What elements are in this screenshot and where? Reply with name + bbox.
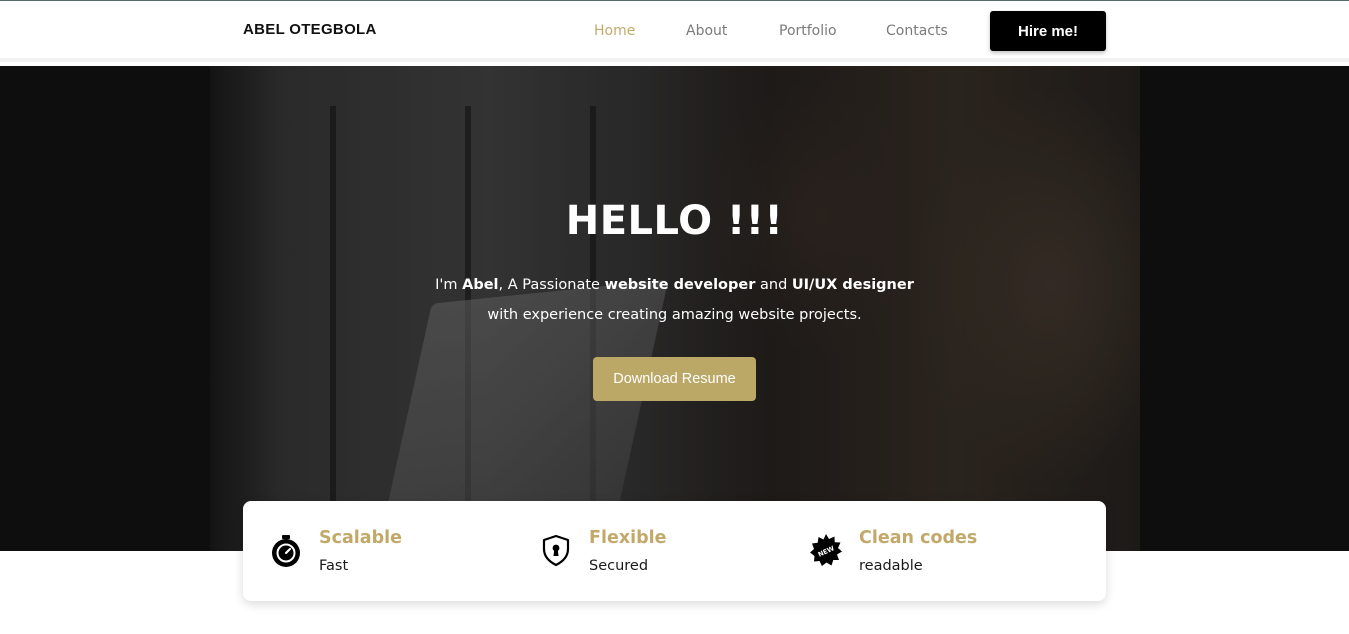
feature-subtitle: readable [859, 558, 923, 574]
features-card: Scalable Fast Flexible Secured NEW Clean… [243, 501, 1106, 601]
download-resume-button[interactable]: Download Resume [593, 357, 756, 401]
feature-scalable: Scalable Fast [269, 501, 509, 601]
hire-me-button[interactable]: Hire me! [990, 11, 1106, 51]
shield-keyhole-icon [539, 533, 573, 567]
brand-logo[interactable]: ABEL OTEGBOLA [243, 21, 377, 38]
hero-intro-text: I'm Abel, A Passionate website developer… [435, 277, 914, 323]
hero-title: HELLO !!! [565, 198, 784, 244]
new-badge-icon: NEW [809, 533, 843, 567]
feature-subtitle: Secured [589, 558, 649, 574]
navbar: ABEL OTEGBOLA Home About Portfolio Conta… [0, 1, 1349, 62]
feature-title: Flexible [589, 528, 667, 548]
name-highlight: Abel [462, 277, 499, 293]
nav-link-about[interactable]: About [686, 23, 727, 39]
feature-subtitle: Fast [319, 558, 349, 574]
role-highlight-2: UI/UX designer [791, 277, 914, 293]
feature-title: Clean codes [859, 528, 978, 548]
nav-link-home[interactable]: Home [594, 23, 635, 39]
stopwatch-icon [269, 533, 303, 567]
feature-clean-codes: NEW Clean codes readable [809, 501, 1069, 601]
role-highlight-1: website developer [604, 277, 756, 293]
nav-link-contacts[interactable]: Contacts [886, 23, 948, 39]
feature-flexible: Flexible Secured [539, 501, 779, 601]
nav-link-portfolio[interactable]: Portfolio [779, 23, 837, 39]
feature-title: Scalable [319, 528, 402, 548]
